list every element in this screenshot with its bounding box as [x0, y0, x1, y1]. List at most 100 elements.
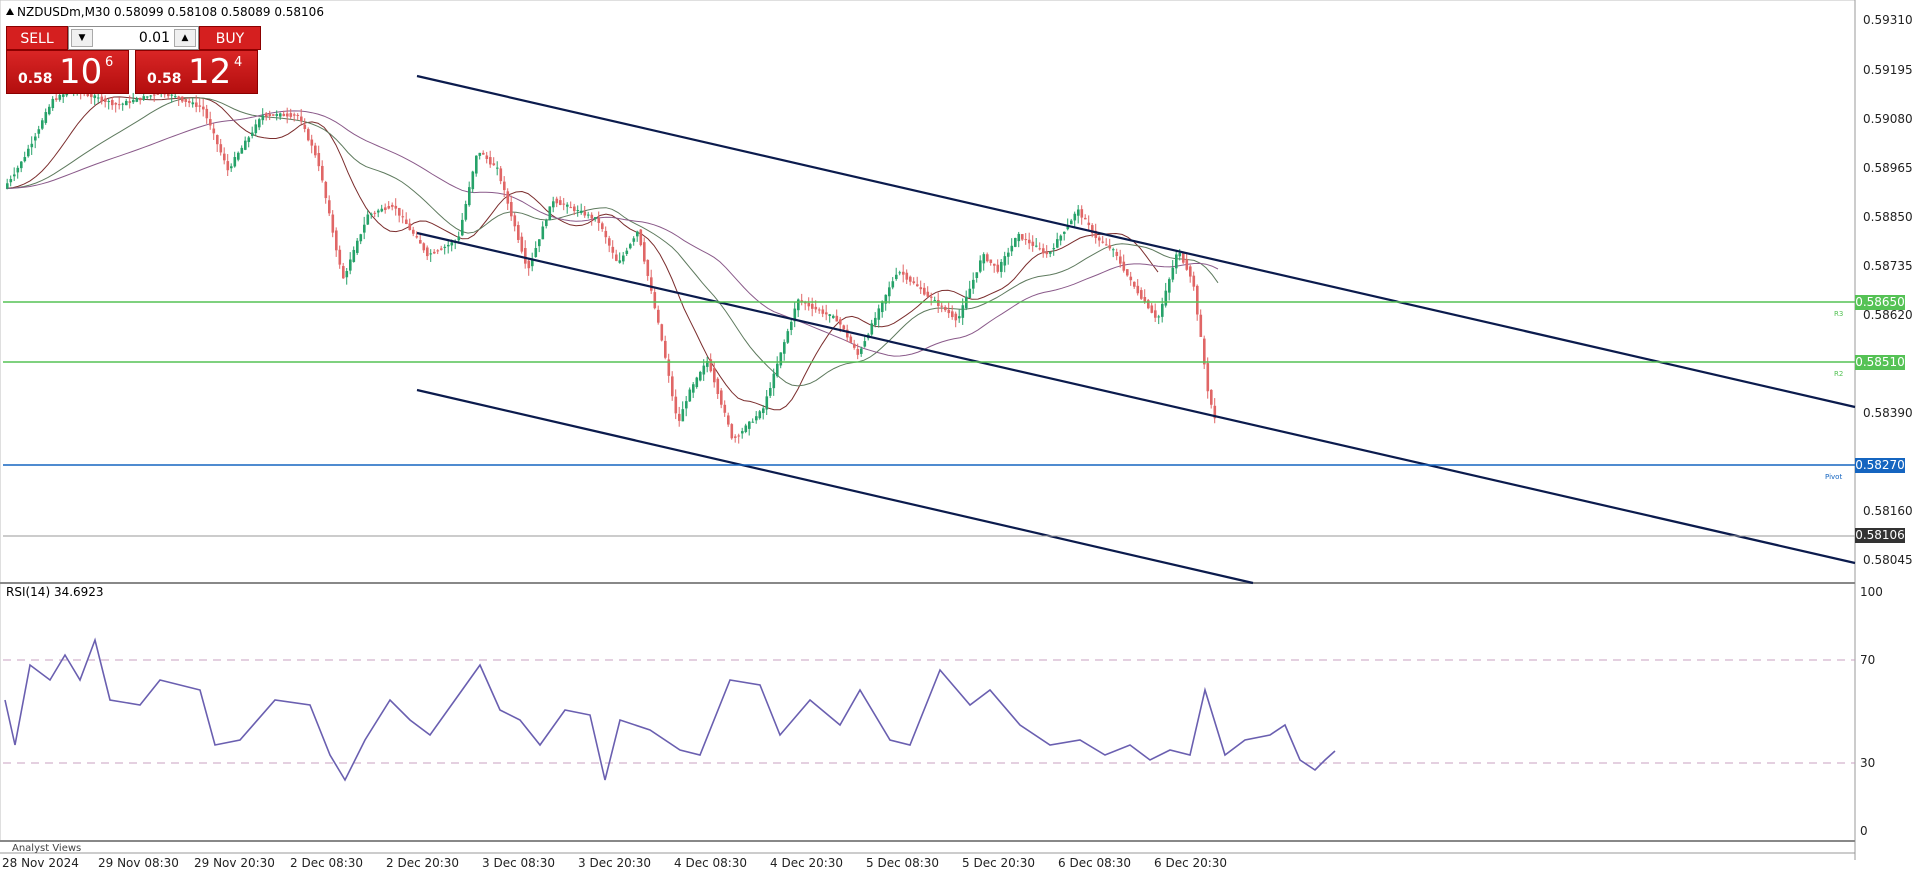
candle-body — [181, 96, 184, 102]
candle-body — [254, 124, 258, 134]
candle-body — [1000, 261, 1003, 272]
candle-body — [1196, 285, 1199, 315]
price-axis-label: 0.58160 — [1863, 504, 1913, 518]
time-axis-label: 3 Dec 08:30 — [482, 856, 556, 870]
candle-body — [492, 163, 496, 166]
candle-body — [755, 416, 758, 421]
buy-button[interactable]: BUY — [199, 26, 261, 50]
candle-body — [1049, 251, 1052, 254]
candle-body — [16, 167, 20, 173]
candle-body — [195, 102, 198, 107]
candle-body — [307, 129, 310, 141]
candle-body — [576, 210, 580, 212]
candle-body — [597, 218, 601, 223]
candle-body — [769, 388, 772, 396]
candle-body — [839, 319, 842, 325]
candle-body — [331, 214, 335, 233]
candle-body — [1017, 233, 1021, 242]
candle-body — [422, 243, 426, 251]
candle-body — [860, 348, 863, 354]
candle-body — [517, 225, 520, 240]
sell-quote-button[interactable]: 0.58 10 6 — [6, 50, 129, 94]
candle-body — [566, 204, 569, 207]
candle-body — [1140, 290, 1143, 299]
candle-body — [1077, 209, 1080, 216]
candle-body — [286, 113, 289, 117]
candle-body — [772, 373, 776, 389]
candle-body — [685, 401, 688, 409]
candle-body — [909, 276, 912, 282]
buy-quote-button[interactable]: 0.58 12 4 — [135, 50, 258, 94]
candle-body — [139, 97, 142, 101]
candle-body — [737, 435, 741, 437]
candle-body — [216, 135, 219, 145]
rsi-axis-label: 0 — [1860, 824, 1868, 838]
candle-body — [401, 216, 405, 218]
time-axis-label: 6 Dec 08:30 — [1058, 856, 1132, 870]
candle-body — [317, 153, 321, 167]
candle-body — [212, 128, 216, 134]
candle-body — [1031, 241, 1035, 246]
rsi-axis-label: 100 — [1860, 585, 1883, 599]
candle-body — [629, 244, 632, 249]
candle-body — [632, 238, 636, 242]
candle-body — [954, 313, 958, 321]
triangle-up-icon — [6, 8, 14, 15]
candle-body — [1175, 254, 1178, 269]
candle-body — [359, 234, 363, 242]
candle-body — [853, 343, 856, 348]
lot-size-field[interactable]: ▼ 0.01 ▲ — [68, 26, 199, 50]
candle-body — [1150, 305, 1154, 313]
sell-button[interactable]: SELL — [6, 26, 68, 50]
candle-body — [272, 114, 275, 116]
candle-body — [881, 301, 884, 313]
candle-body — [1154, 310, 1157, 318]
candle-body — [352, 249, 356, 262]
candle-body — [111, 100, 114, 106]
candle-body — [923, 287, 926, 295]
time-axis-label: 6 Dec 20:30 — [1154, 856, 1228, 870]
price-axis-label: 0.59080 — [1863, 112, 1913, 126]
candle-body — [1056, 239, 1059, 248]
candle-body — [1185, 259, 1189, 270]
candle-body — [538, 239, 541, 247]
candle-body — [898, 272, 902, 274]
candle-body — [503, 181, 506, 191]
chevron-up-icon[interactable]: ▲ — [174, 29, 196, 47]
candle-body — [548, 206, 552, 221]
chevron-down-icon[interactable]: ▼ — [71, 29, 93, 47]
candle-body — [716, 378, 720, 394]
candle-body — [524, 248, 527, 264]
candle-body — [513, 215, 517, 227]
price-axis-label: 0.58965 — [1863, 161, 1913, 175]
candle-body — [482, 152, 485, 155]
candle-body — [121, 103, 125, 105]
candle-body — [891, 281, 895, 288]
candle-body — [184, 99, 188, 102]
candle-body — [223, 153, 226, 161]
candle-body — [485, 155, 489, 160]
chart-canvas[interactable] — [0, 0, 1916, 874]
time-axis-label: 2 Dec 20:30 — [386, 856, 460, 870]
candle-body — [912, 281, 916, 284]
candle-body — [261, 115, 265, 121]
time-axis-label: 28 Nov 2024 — [2, 856, 79, 870]
candle-body — [48, 106, 51, 115]
lot-size-value[interactable]: 0.01 — [139, 27, 170, 49]
candle-body — [989, 259, 993, 263]
candle-body — [534, 248, 538, 257]
candle-body — [6, 183, 9, 189]
candle-body — [412, 229, 415, 234]
r3-price-tag: 0.58650 — [1855, 295, 1905, 310]
candle-body — [902, 271, 905, 275]
candle-body — [828, 314, 832, 316]
candle-body — [1178, 252, 1182, 257]
candle-body — [618, 260, 622, 263]
time-axis-label: 5 Dec 08:30 — [866, 856, 940, 870]
candle-body — [1164, 290, 1168, 306]
candle-body — [986, 254, 989, 262]
candle-body — [842, 325, 846, 330]
rsi-panel-area[interactable] — [0, 582, 1856, 842]
candle-body — [443, 246, 447, 248]
candle-body — [660, 324, 664, 341]
